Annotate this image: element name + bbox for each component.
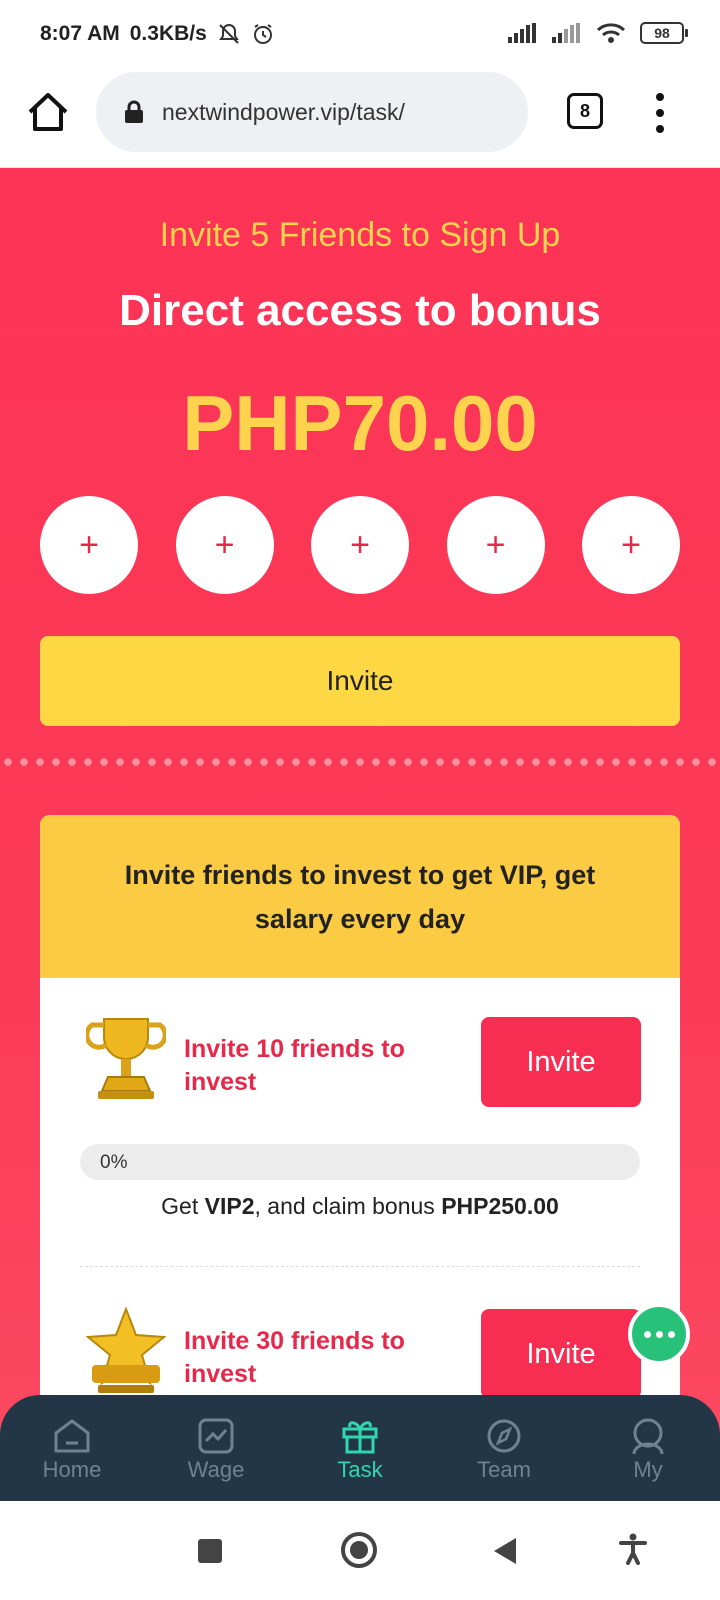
alarm-icon [253,24,272,44]
bell-off-icon [218,23,239,44]
task-invite-button[interactable]: Invite [481,1017,641,1107]
bottom-tab-bar: Home Wage Task Team My [0,1395,720,1501]
invite-slot-2[interactable]: + [175,496,274,594]
invite-slots: + + + + + [40,496,680,594]
task-divider [80,1266,640,1267]
status-right: 98 [508,22,688,44]
system-nav-bar [0,1501,720,1600]
chat-support-button[interactable] [628,1303,690,1365]
user-icon [632,1418,664,1455]
tab-label: Team [477,1457,531,1482]
tab-my[interactable]: My [593,1417,703,1483]
lock-icon [125,100,143,123]
promo-amount: PHP70.00 [182,379,538,467]
accessibility-icon[interactable] [618,1533,648,1565]
reward-mid: , and claim bonus [254,1193,442,1219]
recents-button[interactable] [198,1539,222,1563]
tab-wage[interactable]: Wage [161,1417,271,1483]
task-label: Invite 10 friends to invest [184,1035,405,1096]
reward-vip: VIP2 [204,1193,255,1219]
invite-slot-5[interactable]: + [582,496,680,594]
tab-label: Home [42,1457,102,1482]
trophy-icon [86,1018,166,1099]
url-bar[interactable]: nextwindpower.vip/task/ [96,72,528,152]
battery-indicator: 98 [640,22,688,44]
gift-icon [342,1421,378,1454]
reward-prefix: Get [161,1193,205,1219]
signal-icon [508,23,536,43]
promo-title: Direct access to bonus [119,286,601,335]
tab-task[interactable]: Task [305,1417,415,1483]
vip-card-heading: Invite friends to invest to get VIP, get… [40,815,680,978]
tab-switcher-button[interactable]: 8 [567,93,603,129]
tab-label: My [633,1457,663,1482]
task-reward-text: Get VIP2, and claim bonus PHP250.00 [40,1193,680,1220]
browser-home-button[interactable] [26,90,70,134]
task-progress-text: 0% [100,1152,128,1173]
task-page: Invite 5 Friends to Sign Up Direct acces… [0,168,720,1500]
compass-icon [487,1419,521,1453]
invite-slot-4[interactable]: + [446,496,545,594]
browser-menu-button[interactable] [654,93,666,133]
status-bar: 8:07 AM 0.3KB/s 98 [0,0,720,68]
star-icon [86,1306,166,1393]
wifi-icon [596,23,626,43]
browser-toolbar: nextwindpower.vip/task/ 8 [0,68,720,168]
chart-icon [198,1418,234,1454]
back-button[interactable] [494,1538,516,1564]
task-item: Invite 10 friends to invest Invite 0% Ge… [40,1013,680,1273]
status-left: 8:07 AM 0.3KB/s [40,22,275,46]
dotted-divider [0,758,720,766]
tab-label: Task [337,1457,383,1482]
system-home-button[interactable] [341,1532,377,1568]
url-text: nextwindpower.vip/task/ [162,98,405,125]
tab-team[interactable]: Team [449,1417,559,1483]
invite-button[interactable]: Invite [40,636,680,726]
invite-slot-3[interactable]: + [311,496,409,594]
tab-label: Wage [187,1457,245,1482]
task-progress-bar: 0% [80,1144,640,1180]
home-icon [54,1419,90,1453]
task-invite-button[interactable]: Invite [481,1309,641,1399]
tab-home[interactable]: Home [17,1417,127,1483]
reward-amount: PHP250.00 [441,1193,559,1219]
invite-slot-1[interactable]: + [40,496,138,594]
status-time: 8:07 AM [40,22,120,45]
status-net-speed: 0.3KB/s [129,22,207,45]
signal-2-icon [552,23,580,43]
promo-subtitle: Invite 5 Friends to Sign Up [159,216,561,254]
task-label: Invite 30 friends to invest [184,1327,405,1388]
